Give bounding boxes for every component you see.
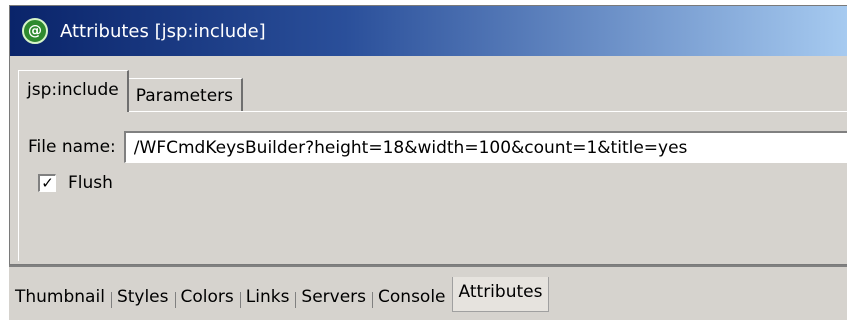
attributes-view-icon: @ [22, 18, 48, 44]
view-body: jsp:include Parameters File name: ✓ Flus… [10, 56, 847, 264]
tab-jsp-include[interactable]: jsp:include [18, 70, 129, 112]
file-name-input[interactable] [123, 131, 847, 163]
attributes-view: @ Attributes [jsp:include] jsp:include P… [9, 5, 847, 265]
tab-colors[interactable]: Colors [174, 282, 240, 312]
tab-console[interactable]: Console [372, 282, 452, 312]
tab-attributes[interactable]: Attributes [451, 277, 550, 312]
flush-label: Flush [68, 173, 113, 193]
bottom-tab-list: Thumbnail Styles Colors Links Servers Co… [9, 277, 550, 312]
tab-parameters[interactable]: Parameters [126, 78, 244, 112]
tab-links[interactable]: Links [239, 282, 296, 312]
view-title: Attributes [jsp:include] [60, 20, 266, 42]
flush-row: ✓ Flush [38, 173, 113, 193]
tab-servers[interactable]: Servers [295, 282, 372, 312]
tab-styles[interactable]: Styles [110, 282, 175, 312]
view-title-bar: @ Attributes [jsp:include] [10, 6, 847, 56]
file-name-row: File name: [28, 130, 847, 164]
flush-checkbox[interactable]: ✓ [38, 174, 56, 192]
tab-bar: jsp:include Parameters [18, 70, 244, 112]
bottom-view-tabs: Thumbnail Styles Colors Links Servers Co… [9, 267, 847, 320]
tab-thumbnail[interactable]: Thumbnail [9, 282, 111, 312]
file-name-label: File name: [28, 137, 116, 157]
